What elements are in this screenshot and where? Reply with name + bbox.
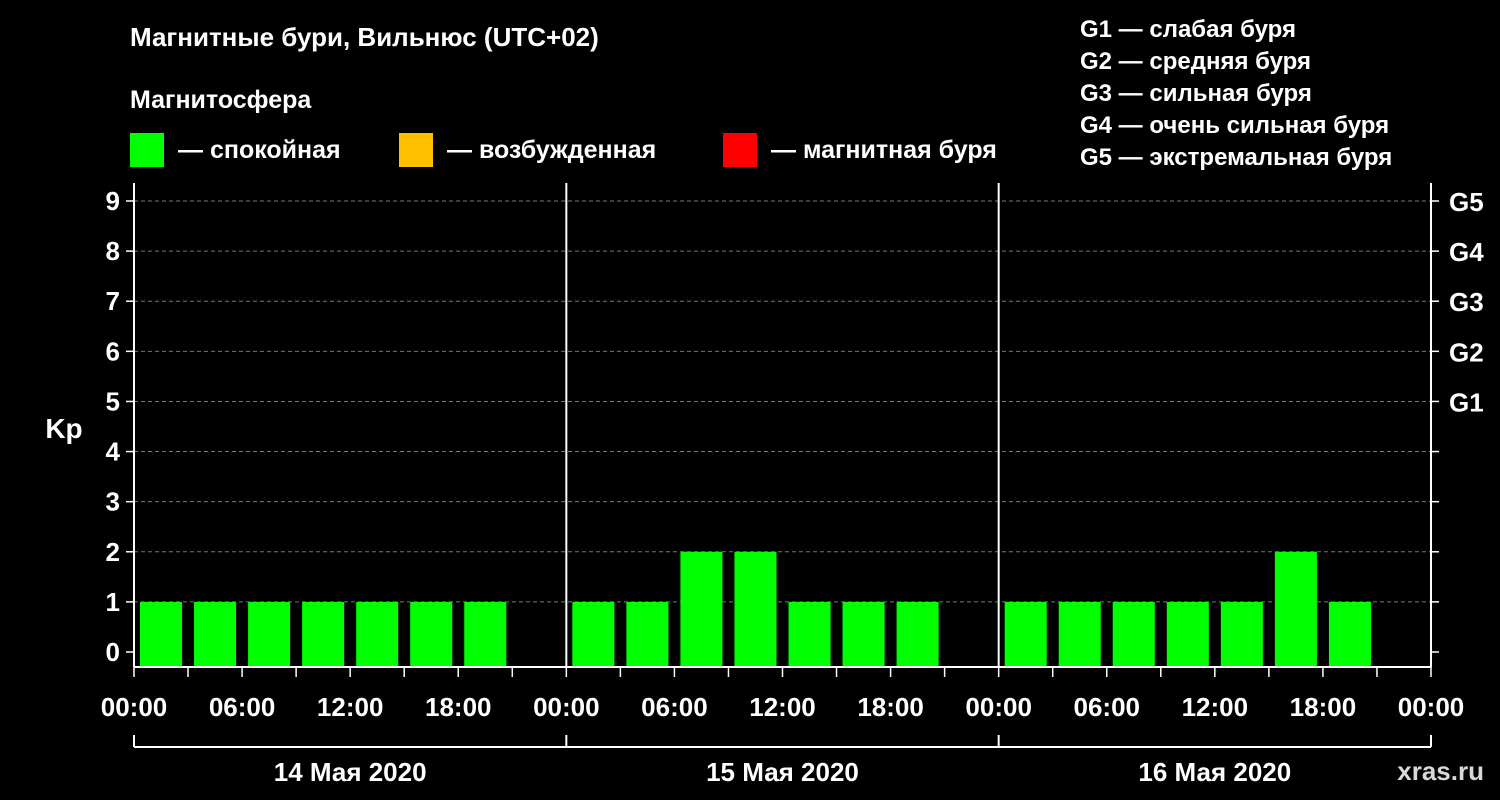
x-tick-label: 00:00 (965, 692, 1032, 722)
g-level-label: G5 (1449, 187, 1484, 217)
day-label: 15 Мая 2020 (706, 757, 859, 787)
kp-bar (410, 601, 453, 667)
x-tick-label: 12:00 (749, 692, 816, 722)
kp-bar (1220, 601, 1263, 667)
g-level-label: G4 (1449, 237, 1484, 267)
x-tick-label: 06:00 (641, 692, 708, 722)
kp-bar (788, 601, 831, 667)
x-tick-label: 00:00 (1398, 692, 1465, 722)
x-tick-label: 12:00 (1182, 692, 1249, 722)
y-tick-label: 0 (106, 637, 120, 667)
g-level-label: G1 (1449, 387, 1484, 417)
kp-bar (626, 601, 669, 667)
kp-bar (1166, 601, 1209, 667)
y-tick-label: 1 (106, 587, 120, 617)
kp-bar (302, 601, 345, 667)
kp-chart: 0 1 2 3 4 5 6 7 8 9 G1 G2 G3 G4 G5 Kp 00:00 06:00 12:00 18:… (45, 183, 1484, 787)
g-level-label: G3 (1449, 287, 1484, 317)
y-axis-label: Kp (45, 413, 82, 444)
kp-bar (1058, 601, 1101, 667)
kp-bar (842, 601, 885, 667)
kp-bar (1004, 601, 1047, 667)
y-tick-label: 5 (106, 386, 120, 416)
x-tick-label: 06:00 (209, 692, 276, 722)
kp-bar (248, 601, 291, 667)
y-tick-label: 7 (106, 286, 120, 316)
y-tick-label: 6 (106, 336, 120, 366)
kp-bar (356, 601, 399, 667)
site-watermark: xras.ru (1397, 756, 1484, 786)
kp-bar (680, 551, 723, 667)
y-tick-label: 8 (106, 236, 120, 266)
x-tick-label: 00:00 (533, 692, 600, 722)
x-tick-label: 12:00 (317, 692, 384, 722)
kp-bar (140, 601, 183, 667)
kp-bar (464, 601, 507, 667)
x-tick-label: 18:00 (1290, 692, 1357, 722)
kp-bar (896, 601, 939, 667)
x-tick-label: 00:00 (101, 692, 168, 722)
y-tick-label: 9 (106, 186, 120, 216)
y-tick-label: 3 (106, 487, 120, 517)
x-tick-label: 18:00 (425, 692, 492, 722)
kp-bar (1274, 551, 1317, 667)
kp-bar (572, 601, 615, 667)
kp-bar (194, 601, 237, 667)
kp-bar (1112, 601, 1155, 667)
x-tick-label: 06:00 (1074, 692, 1141, 722)
kp-bar (734, 551, 777, 667)
y-tick-label: 4 (106, 437, 121, 467)
g-level-label: G2 (1449, 337, 1484, 367)
day-label: 16 Мая 2020 (1138, 757, 1291, 787)
day-label: 14 Мая 2020 (274, 757, 427, 787)
kp-bar (1328, 601, 1371, 667)
y-tick-label: 2 (106, 537, 120, 567)
x-tick-label: 18:00 (857, 692, 924, 722)
